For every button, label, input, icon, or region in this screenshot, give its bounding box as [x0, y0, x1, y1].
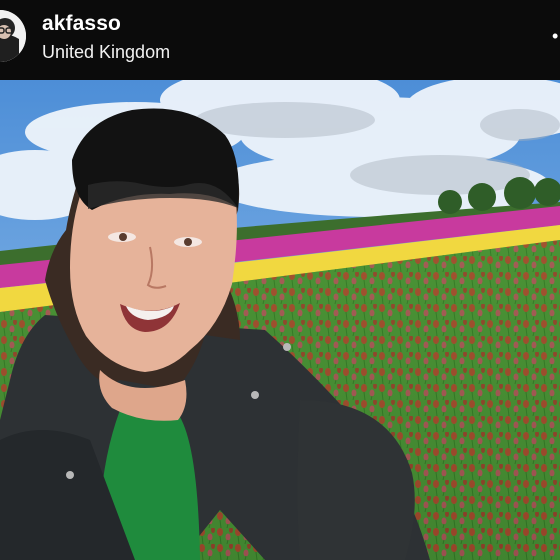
selfie-photo-image — [0, 80, 560, 560]
instagram-post: akfasso United Kingdom • — [0, 0, 560, 560]
post-location[interactable]: United Kingdom — [42, 42, 170, 63]
post-header: akfasso United Kingdom • — [0, 0, 560, 80]
avatar-icon[interactable] — [0, 10, 26, 62]
more-dots-icon[interactable]: • — [552, 24, 560, 48]
post-username[interactable]: akfasso — [42, 12, 121, 36]
selfie-photo — [0, 80, 560, 560]
